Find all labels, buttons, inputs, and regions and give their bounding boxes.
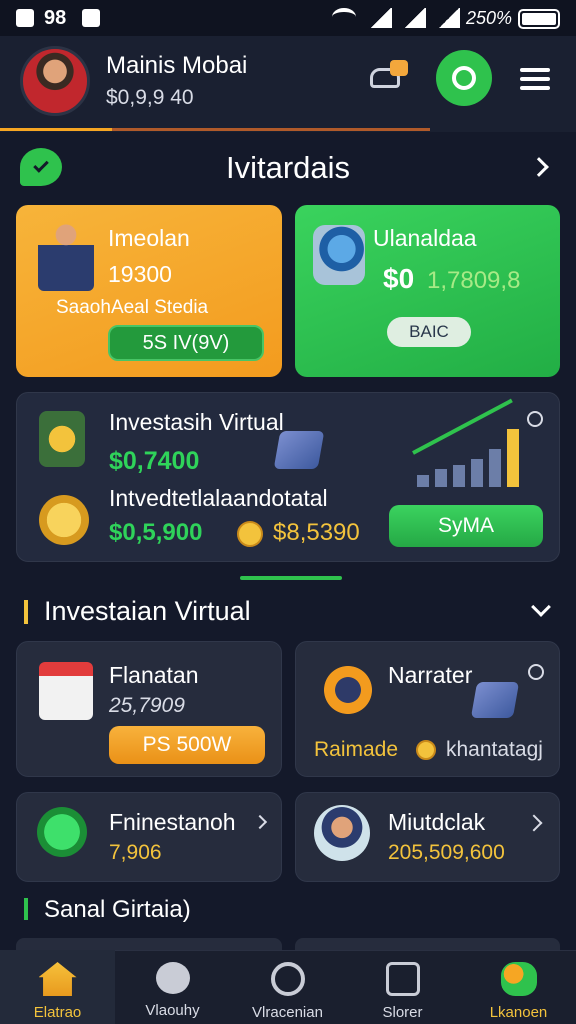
section-title: Sanal Girtaia) [44,896,191,923]
info-icon[interactable] [527,411,543,427]
orange-card-title: Imeolan [108,225,190,251]
green-card-amount-extra: 1,7809,8 [427,267,521,294]
info-icon[interactable] [528,664,544,680]
clover-icon [500,962,537,996]
invest-panel-title: Investasih Virtual [109,409,284,435]
section-title: Investaian Virtual [44,596,251,626]
grid-card-title: Flanatan [109,662,199,688]
orange-card-amount: 19300 [108,261,172,287]
invest-value-2: $0,5,900 [109,519,203,546]
whale-icon [155,962,190,994]
shopping-cart-icon[interactable] [368,60,408,96]
businessman-icon [38,219,94,291]
magnifier-icon [318,660,378,720]
invest-value-1: $0,7400 [109,447,200,475]
cash-stack-icon [273,431,325,469]
grid-card-label: khantatagj [446,738,543,761]
wifi-icon [332,8,356,26]
grid-card[interactable]: Narrater Raimade khantatagj [295,641,560,777]
menu-icon[interactable] [520,68,550,90]
coin-icon [416,740,436,760]
orange-card-button[interactable]: 5S IV(9V) [108,325,264,361]
nav-label: Elatrao [33,1004,82,1021]
nav-profile[interactable]: Lkanoen [461,950,576,1024]
nav-discover[interactable]: Vlaouhy [115,950,230,1024]
chat-icon [452,66,476,90]
grid-card-value: 7,906 [109,841,162,864]
nav-store[interactable]: Slorer [345,950,460,1024]
invest-value-3: $8,5390 [273,519,360,546]
growth-chart-icon [409,398,525,491]
user-name: Mainis Mobai [106,52,248,79]
calendar-icon [39,662,93,720]
nav-label: Lkanoen [489,1004,548,1021]
invest-panel-button[interactable]: SyMA [389,505,543,547]
invest-subtitle: Intvedtetlalaandotatal [109,485,328,511]
grid-card-title: Fninestanoh [109,809,236,835]
grid-card[interactable]: Fninestanoh 7,906 [16,792,282,882]
investment-panel: Investasih Virtual $0,7400 Intvedtetlala… [16,392,560,562]
cash-stack-icon [470,682,520,718]
avatar[interactable] [20,46,90,116]
chevron-right-icon[interactable] [525,814,543,832]
nav-label: Vlracenian [252,1004,323,1021]
partial-card [16,938,282,950]
header-progress-bar [0,128,430,131]
grid-card-button[interactable]: PS 500W [109,726,265,764]
grid-card-title: Miutdclak [388,809,486,835]
avatar [314,805,370,861]
promo-card-green[interactable]: Ulanaldaa $0 1,7809,8 BAIC [295,205,560,377]
green-card-amount: $0 [383,263,415,294]
nav-home[interactable]: Elatrao [0,950,115,1024]
status-left-text: 98 [44,7,67,29]
chat-button[interactable] [436,50,492,106]
search-money-icon [37,807,87,857]
nav-label: Slorer [382,1004,423,1021]
grid-card-label: Raimade [314,738,399,761]
header: Mainis Mobai $0,9,9 40 [0,36,576,132]
section-accent [24,600,28,624]
home-icon [38,962,77,996]
section-accent [24,898,28,920]
grid-card-value: 205,509,600 [388,841,505,864]
nav-search[interactable]: Vlracenian [230,950,345,1024]
store-icon [385,962,420,996]
shield-card-icon [313,225,365,285]
orange-card-subtitle: SaaohAeal Stedia [56,297,209,318]
chevron-down-icon[interactable] [531,597,551,617]
partial-card [295,938,560,950]
green-card-button[interactable]: BAIC [387,317,471,347]
dollar-wallet-icon [39,411,85,467]
chevron-right-icon[interactable] [252,814,268,830]
battery-icon [518,9,560,29]
grid-card-value: 25,7909 [109,694,185,717]
grid-card[interactable]: Miutdclak 205,509,600 [295,792,560,882]
battery-percent: 250% [466,8,513,28]
signal-icon-3 [438,8,460,28]
nav-label: Vlaouhy [145,1002,200,1019]
green-card-title: Ulanaldaa [373,225,477,251]
signal-icon-2 [404,8,426,28]
page-indicator [240,576,342,580]
grid-card-title: Narrater [388,662,473,688]
promo-card-orange[interactable]: Imeolan 19300 SaaohAeal Stedia 5S IV(9V) [16,205,282,377]
app-logo-icon [16,9,34,27]
notification-icon [82,9,100,27]
coin-icon [237,521,263,547]
search-icon [270,962,305,996]
status-bar: 98 250% [0,0,576,36]
gold-coin-icon [39,495,89,545]
grid-card[interactable]: Flanatan 25,7909 PS 500W [16,641,282,777]
signal-icon [370,8,392,28]
banner-title: Ivitardais [225,150,351,185]
user-balance: $0,9,9 40 [106,86,194,109]
